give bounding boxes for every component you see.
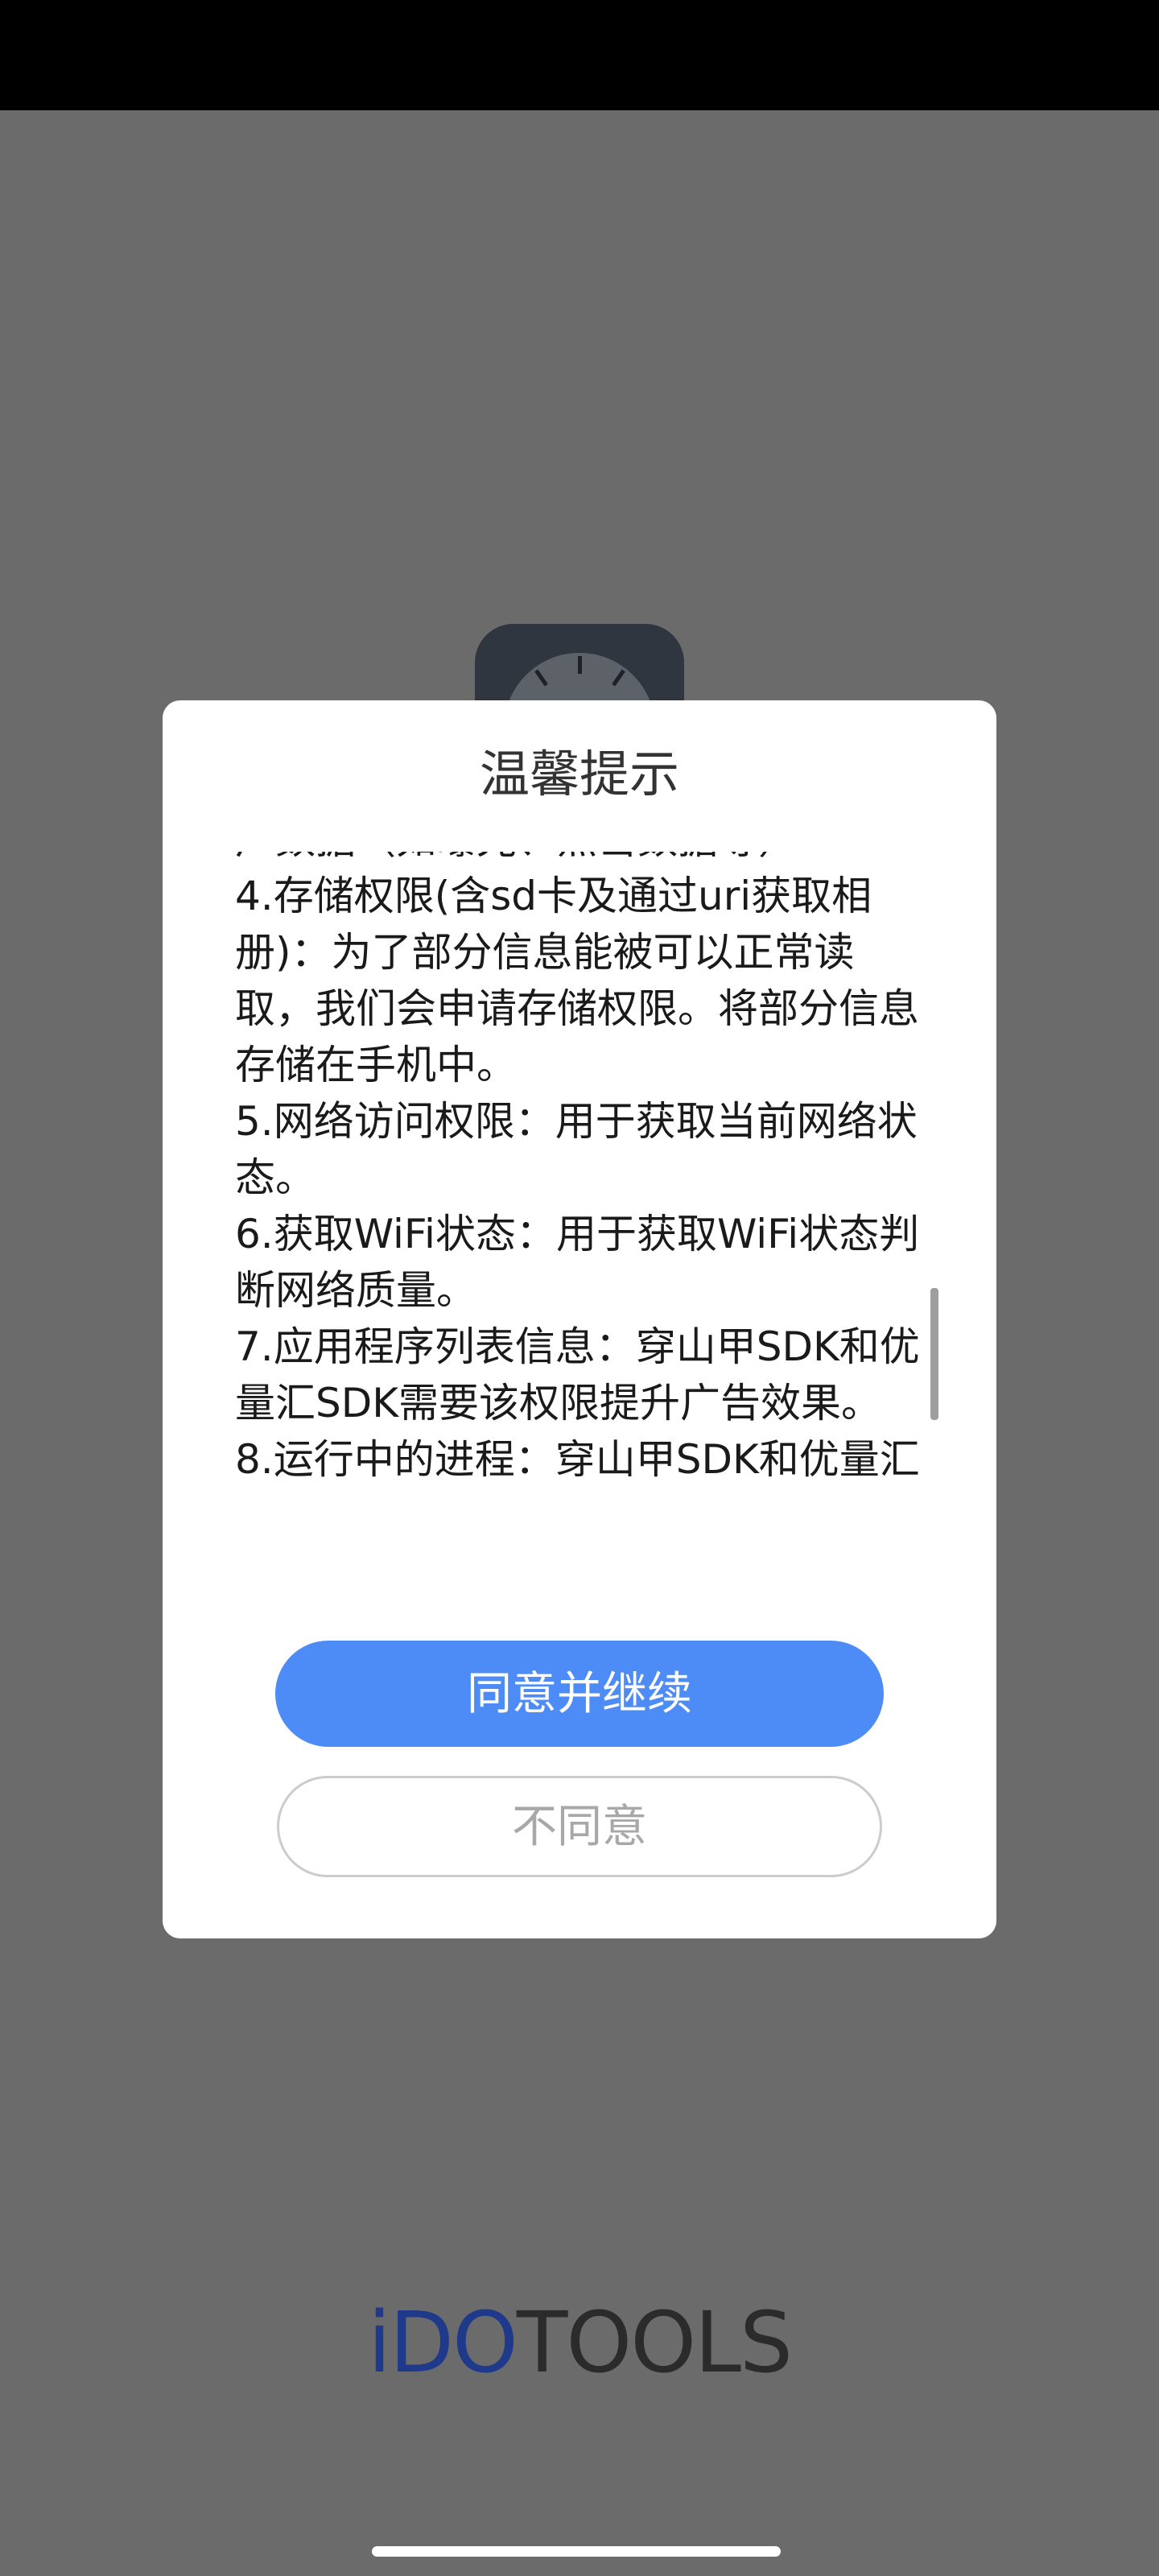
status-bar bbox=[0, 0, 1159, 110]
content-paragraph: 7.应用程序列表信息：穿山甲SDK和优量汇SDK需要该权限提升广告效果。 bbox=[235, 1323, 920, 1426]
dialog-title: 温馨提示 bbox=[479, 745, 679, 803]
content-paragraph: 5.网络访问权限：用于获取当前网络状态。 bbox=[235, 1098, 918, 1201]
disagree-button[interactable]: 不同意 bbox=[277, 1776, 882, 1877]
dialog-content: 户数据（如曝光、点击数据等） 4.存储权限(含sd卡及通过uri获取相册)：为了… bbox=[235, 852, 927, 1484]
logo-part-blue: iDO bbox=[367, 2293, 518, 2392]
content-paragraph: 8.运行中的进程：穿山甲SDK和优量汇SDK需要该权限信息提升广告效果。 bbox=[235, 1436, 920, 1483]
app-logo: iDOTOOLS bbox=[0, 2294, 1159, 2391]
content-paragraph: 户数据（如曝光、点击数据等） bbox=[235, 852, 927, 868]
logo-part-dark: TOOLS bbox=[516, 2293, 793, 2392]
clock-tick bbox=[578, 656, 582, 674]
agree-continue-button[interactable]: 同意并继续 bbox=[275, 1641, 884, 1747]
screen: iDOTOOLS 温馨提示 户数据（如曝光、点击数据等） 4.存储权限(含sd卡… bbox=[0, 0, 1159, 2576]
content-paragraph: 6.获取WiFi状态：用于获取WiFi状态判断网络质量。 bbox=[235, 1211, 920, 1314]
privacy-dialog: 温馨提示 户数据（如曝光、点击数据等） 4.存储权限(含sd卡及通过uri获取相… bbox=[163, 700, 996, 1938]
dialog-content-scroll[interactable]: 户数据（如曝光、点击数据等） 4.存储权限(含sd卡及通过uri获取相册)：为了… bbox=[235, 852, 927, 1484]
home-indicator[interactable] bbox=[372, 2546, 781, 2557]
content-paragraph: 4.存储权限(含sd卡及通过uri获取相册)：为了部分信息能被可以正常读取，我们… bbox=[235, 873, 919, 1088]
content-scrollbar[interactable] bbox=[930, 1288, 938, 1420]
